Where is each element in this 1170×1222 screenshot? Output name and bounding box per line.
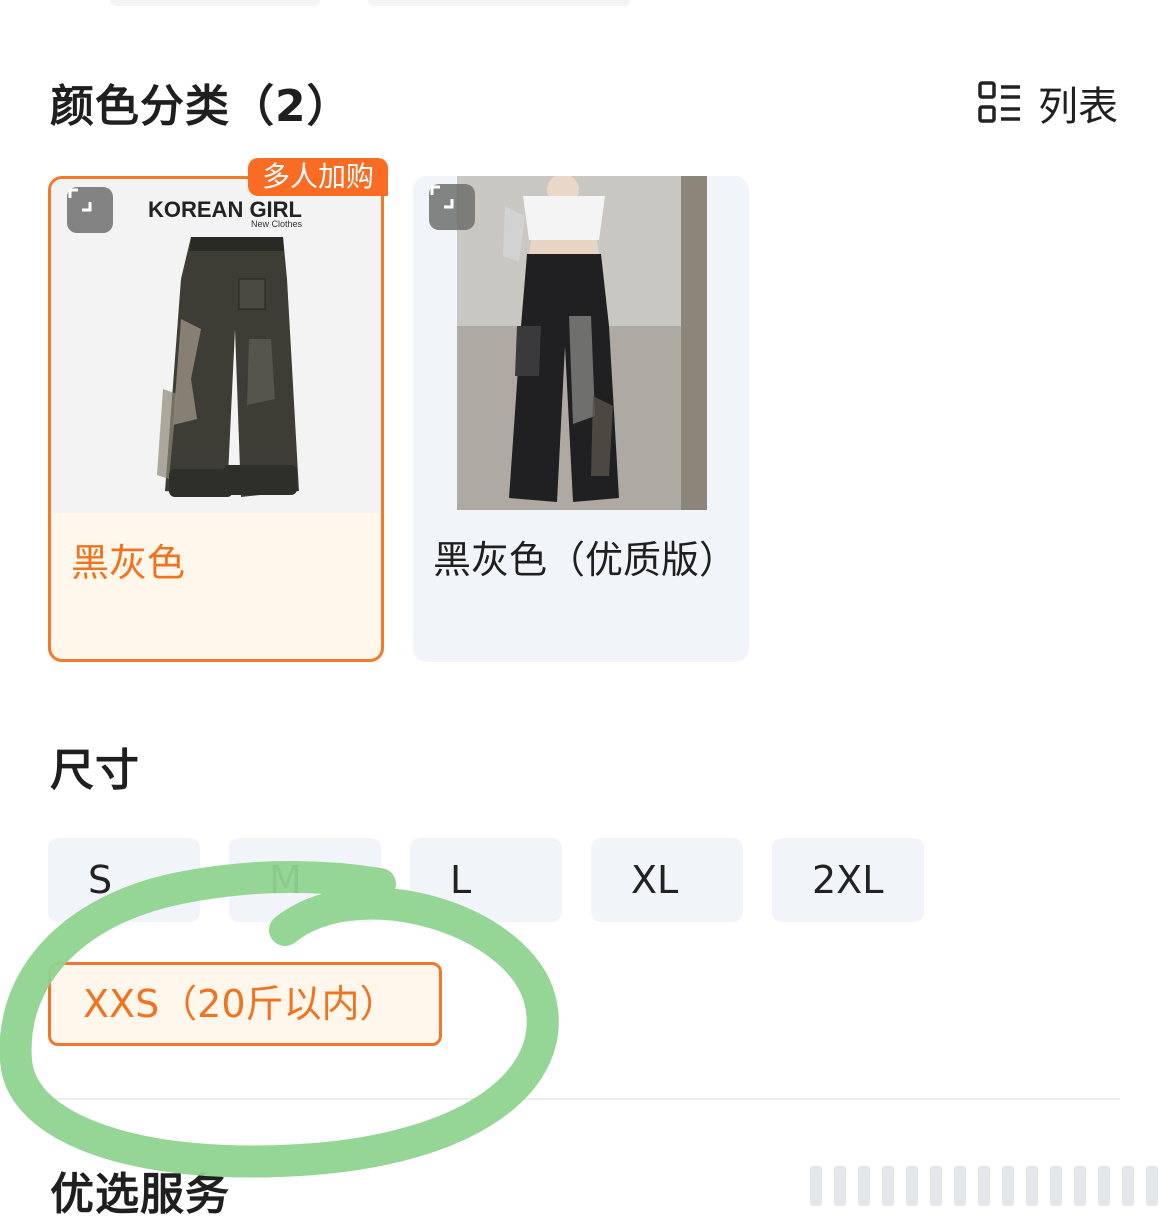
list-view-label: 列表	[1038, 84, 1118, 130]
color-option-label: 黑灰色（优质版）	[433, 538, 738, 582]
size-option-2xl[interactable]: 2XL	[772, 838, 924, 922]
popular-badge: 多人加购	[248, 158, 388, 196]
color-option-label: 黑灰色	[71, 541, 186, 585]
size-section-title: 尺寸	[50, 745, 140, 796]
previous-section-edge	[368, 0, 630, 6]
product-image: KOREAN GIRL New Clothes	[51, 179, 381, 513]
services-placeholder	[810, 1166, 1158, 1206]
size-option-xxs[interactable]: XXS（20斤以内）	[48, 962, 442, 1046]
color-option-card[interactable]: KOREAN GIRL New Clothes 黑灰色	[48, 176, 384, 662]
size-option-l[interactable]: L	[410, 838, 562, 922]
list-view-toggle[interactable]: 列表	[978, 74, 1118, 132]
list-view-icon	[978, 81, 1022, 125]
services-section-title: 优选服务	[50, 1169, 230, 1220]
size-option-s[interactable]: S	[48, 838, 200, 922]
expand-icon[interactable]	[67, 187, 113, 233]
size-option-m[interactable]: M	[229, 838, 381, 922]
size-option-xl[interactable]: XL	[591, 838, 743, 922]
previous-section-edge	[110, 0, 320, 6]
section-divider	[50, 1098, 1120, 1100]
color-section-title: 颜色分类（2）	[50, 81, 352, 132]
color-option-card[interactable]: 黑灰色（优质版）	[413, 176, 749, 662]
product-image	[413, 176, 749, 510]
expand-icon[interactable]	[429, 184, 475, 230]
image-tagline-text: New Clothes	[251, 219, 303, 229]
